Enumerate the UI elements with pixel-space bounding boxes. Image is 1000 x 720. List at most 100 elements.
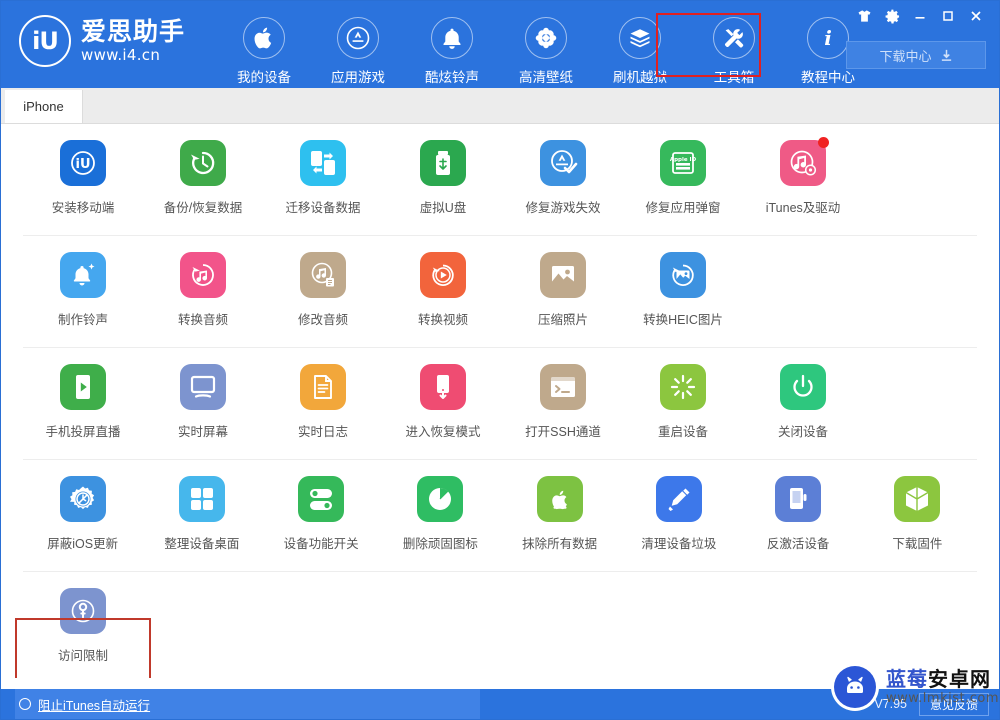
tools-icon (713, 17, 756, 59)
version-label: V7.95 (874, 697, 907, 711)
close-icon[interactable] (963, 5, 989, 27)
tool-label: 修改音频 (297, 313, 348, 327)
tool-label: 整理设备桌面 (164, 537, 240, 551)
tool-label: 实时日志 (297, 425, 348, 439)
access-restriction-icon (60, 588, 106, 634)
nav-item-apps-games[interactable]: 应用游戏 (311, 9, 405, 90)
nav-item-my-device[interactable]: 我的设备 (217, 9, 311, 90)
device-tabstrip: iPhone (1, 88, 999, 124)
download-center-button[interactable]: 下载中心 (846, 41, 986, 69)
radio-icon[interactable] (19, 698, 31, 710)
brand-name: 爱思助手 (81, 17, 186, 46)
nav-item-flash-jailbreak[interactable]: 刷机越狱 (593, 9, 687, 90)
tool-label: 迁移设备数据 (285, 201, 361, 215)
svg-text:i: i (824, 26, 832, 50)
notification-badge (818, 137, 829, 148)
tool-label: 访问限制 (57, 649, 108, 663)
settings-gear-icon[interactable] (879, 5, 905, 27)
feedback-button[interactable]: 意见反馈 (918, 692, 989, 716)
tool-live-log[interactable]: 实时日志 (263, 348, 383, 459)
i4-app-icon: iU (60, 140, 106, 186)
tool-label: 修复游戏失效 (525, 201, 601, 215)
tool-label: 打开SSH通道 (525, 425, 601, 439)
minimize-icon[interactable] (907, 5, 933, 27)
tool-clean-device-junk[interactable]: 清理设备垃圾 (619, 460, 738, 571)
nav-label: 酷炫铃声 (425, 70, 480, 85)
tool-label: 关闭设备 (777, 425, 828, 439)
block-ios-update-icon (59, 476, 106, 522)
tool-edit-audio[interactable]: 修改音频 (263, 236, 383, 347)
migrate-data-icon (300, 140, 346, 186)
tool-migrate-device-data[interactable]: 迁移设备数据 (263, 124, 383, 235)
tool-label: 屏蔽iOS更新 (47, 537, 119, 551)
svg-text:Apple ID: Apple ID (670, 157, 697, 163)
clean-junk-icon (655, 476, 702, 522)
tool-label: 删除顽固图标 (402, 537, 478, 551)
toolbox-grid: iU 安装移动端 备份/恢复数据 迁移设备数据 虚拟U盘 修复游戏失效 Appl… (1, 124, 999, 678)
svg-text:iU: iU (75, 157, 90, 172)
tool-block-ios-update[interactable]: 屏蔽iOS更新 (23, 460, 142, 571)
tool-itunes-driver[interactable]: iTunes及驱动 (743, 124, 863, 235)
tool-row: iU 安装移动端 备份/恢复数据 迁移设备数据 虚拟U盘 修复游戏失效 Appl… (23, 124, 977, 236)
tool-label: 转换视频 (417, 313, 468, 327)
tool-label: 安装移动端 (51, 201, 115, 215)
tool-live-screen[interactable]: 实时屏幕 (143, 348, 263, 459)
tool-enter-recovery-mode[interactable]: 进入恢复模式 (383, 348, 503, 459)
download-firmware-icon (894, 476, 941, 522)
nav-label: 我的设备 (237, 70, 292, 85)
tab-iphone[interactable]: iPhone (5, 90, 83, 123)
tool-install-mobile-client[interactable]: iU 安装移动端 (23, 124, 143, 235)
tool-screen-cast-live[interactable]: 手机投屏直播 (23, 348, 143, 459)
tool-label: 转换HEIC图片 (643, 313, 723, 327)
fix-game-icon (540, 140, 586, 186)
app-header: iU 爱思助手 www.i4.cn 我的设备 应用游戏 酷炫铃声 高清壁纸 刷机… (1, 1, 999, 88)
shutdown-device-icon (780, 364, 826, 410)
skin-icon[interactable] (851, 5, 877, 27)
tool-shutdown-device[interactable]: 关闭设备 (743, 348, 863, 459)
tool-virtual-usb[interactable]: 虚拟U盘 (383, 124, 503, 235)
tool-access-restriction[interactable]: 访问限制 (23, 572, 143, 678)
tool-deactivate-device[interactable]: 反激活设备 (739, 460, 858, 571)
arrange-desktop-icon (178, 476, 225, 522)
info-icon: i (807, 17, 850, 59)
feature-toggle-icon (298, 476, 345, 522)
i4-assistant-window: iU 爱思助手 www.i4.cn 我的设备 应用游戏 酷炫铃声 高清壁纸 刷机… (0, 0, 1000, 720)
tool-label: 备份/恢复数据 (163, 201, 243, 215)
tool-download-firmware[interactable]: 下载固件 (858, 460, 977, 571)
convert-video-icon (420, 252, 466, 298)
ssh-tunnel-icon (540, 364, 586, 410)
nav-item-ringtones[interactable]: 酷炫铃声 (405, 9, 499, 90)
tool-make-ringtone[interactable]: 制作铃声 (23, 236, 143, 347)
tool-label: 清理设备垃圾 (641, 537, 717, 551)
tool-arrange-device-desktop[interactable]: 整理设备桌面 (142, 460, 261, 571)
nav-label: 教程中心 (801, 70, 856, 85)
block-itunes-toggle[interactable]: 阻止iTunes自动运行 (15, 689, 481, 719)
tool-label: 实时屏幕 (177, 425, 228, 439)
appleid-popup-icon: Apple ID (660, 140, 706, 186)
status-bar: 阻止iTunes自动运行 V7.95 意见反馈 (1, 689, 999, 719)
tool-convert-video[interactable]: 转换视频 (383, 236, 503, 347)
tool-convert-audio[interactable]: 转换音频 (143, 236, 263, 347)
tool-label: 设备功能开关 (283, 537, 359, 551)
backup-restore-icon (180, 140, 226, 186)
brand-block: iU 爱思助手 www.i4.cn (19, 15, 185, 67)
tool-convert-heic[interactable]: 转换HEIC图片 (623, 236, 743, 347)
tool-erase-all-data[interactable]: 抹除所有数据 (500, 460, 619, 571)
tool-label: 抹除所有数据 (522, 537, 598, 551)
live-log-icon (300, 364, 346, 410)
tool-reboot-device[interactable]: 重启设备 (623, 348, 743, 459)
tool-backup-restore[interactable]: 备份/恢复数据 (143, 124, 263, 235)
tool-open-ssh-tunnel[interactable]: 打开SSH通道 (503, 348, 623, 459)
nav-item-wallpapers[interactable]: 高清壁纸 (499, 9, 593, 90)
maximize-icon[interactable] (935, 5, 961, 27)
tool-delete-stubborn-icons[interactable]: 删除顽固图标 (381, 460, 500, 571)
tool-label: iTunes及驱动 (765, 201, 841, 215)
tool-label: 转换音频 (177, 313, 228, 327)
delete-icon-icon (417, 476, 464, 522)
tool-fix-game-failure[interactable]: 修复游戏失效 (503, 124, 623, 235)
tool-device-feature-toggle[interactable]: 设备功能开关 (262, 460, 381, 571)
tool-fix-app-popup[interactable]: Apple ID 修复应用弹窗 (623, 124, 743, 235)
tool-compress-photo[interactable]: 压缩照片 (503, 236, 623, 347)
nav-item-toolbox[interactable]: 工具箱 (687, 9, 781, 90)
block-itunes-label[interactable]: 阻止iTunes自动运行 (38, 695, 150, 714)
